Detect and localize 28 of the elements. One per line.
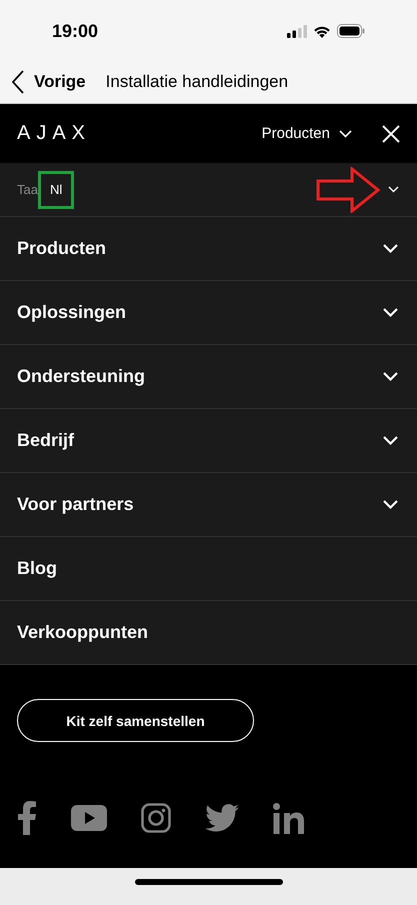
kit-button[interactable]: Kit zelf samenstellen	[17, 699, 254, 742]
wifi-icon	[313, 24, 331, 38]
menu-item[interactable]: Ondersteuning	[0, 345, 417, 409]
close-button[interactable]	[382, 124, 400, 142]
menu-item[interactable]: Bedrijf	[0, 409, 417, 473]
youtube-icon[interactable]	[71, 805, 107, 831]
menu-item[interactable]: Producten	[0, 217, 417, 281]
back-chevron-icon	[12, 70, 24, 94]
instagram-icon[interactable]	[141, 803, 171, 833]
logo: AJAX	[17, 122, 92, 145]
twitter-icon[interactable]	[205, 804, 239, 832]
language-label: Taa	[17, 182, 38, 197]
signal-icon	[287, 24, 307, 38]
menu-item[interactable]: Verkooppunten	[0, 601, 417, 665]
menu-item[interactable]: Voor partners	[0, 473, 417, 537]
products-dropdown[interactable]: Producten	[262, 125, 352, 142]
chevron-down-icon	[339, 130, 352, 138]
back-button[interactable]: Vorige	[12, 70, 86, 94]
menu-item[interactable]: Oplossingen	[0, 281, 417, 345]
page-title: Installatie handleidingen	[106, 72, 288, 92]
close-icon	[382, 124, 400, 142]
linkedin-icon[interactable]	[273, 802, 304, 834]
status-time: 19:00	[52, 20, 98, 42]
language-selector[interactable]: Nl	[38, 170, 74, 208]
menu-item[interactable]: Blog	[0, 537, 417, 601]
chevron-down-icon[interactable]	[388, 186, 399, 193]
battery-icon	[337, 24, 365, 38]
facebook-icon[interactable]	[17, 801, 37, 835]
